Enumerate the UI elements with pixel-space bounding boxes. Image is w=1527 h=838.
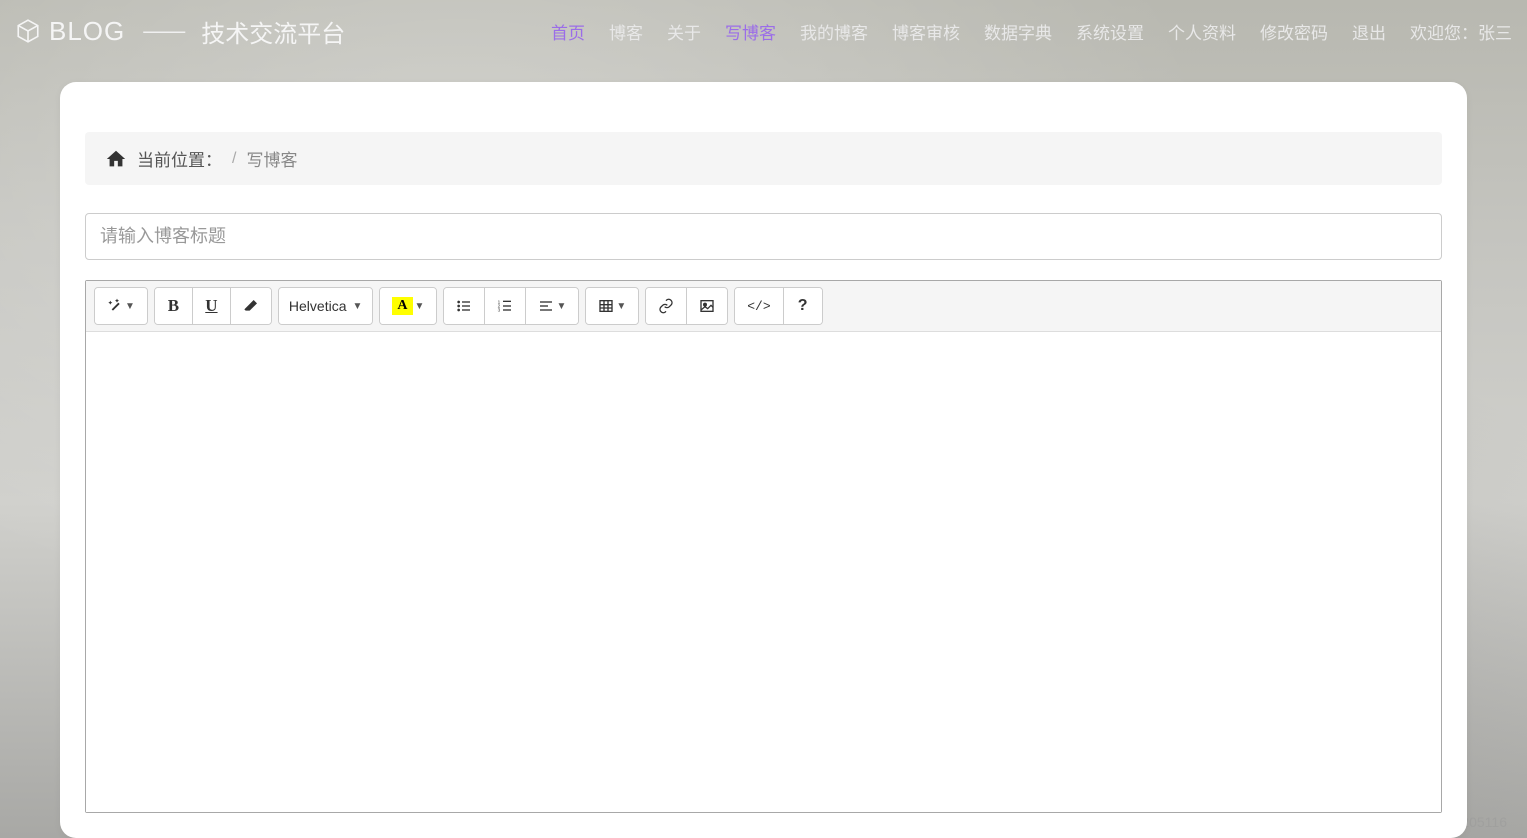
nav-data-dict[interactable]: 数据字典 bbox=[984, 19, 1052, 44]
color-group: A ▼ bbox=[379, 287, 437, 325]
breadcrumb-separator: / bbox=[232, 150, 236, 168]
link-icon bbox=[658, 298, 674, 314]
font-family-label: Helvetica bbox=[289, 298, 347, 314]
bold-button[interactable]: B bbox=[155, 288, 193, 324]
bold-icon: B bbox=[168, 296, 179, 316]
nav-about[interactable]: 关于 bbox=[667, 19, 701, 44]
cube-icon bbox=[15, 18, 41, 44]
ordered-list-icon: 1 2 3 bbox=[497, 298, 513, 314]
magic-wand-icon bbox=[107, 298, 123, 314]
nav-logout[interactable]: 退出 bbox=[1352, 19, 1386, 44]
caret-down-icon: ▼ bbox=[616, 301, 626, 312]
welcome-user: 张三 bbox=[1478, 24, 1512, 43]
welcome-prefix: 欢迎您： bbox=[1410, 24, 1478, 43]
nav-home[interactable]: 首页 bbox=[551, 19, 585, 44]
breadcrumb: 当前位置： / 写博客 bbox=[85, 132, 1442, 185]
eraser-icon bbox=[243, 298, 259, 314]
table-button[interactable]: ▼ bbox=[586, 288, 638, 324]
table-group: ▼ bbox=[585, 287, 639, 325]
link-button[interactable] bbox=[646, 288, 687, 324]
picture-icon bbox=[699, 298, 715, 314]
unordered-list-button[interactable] bbox=[444, 288, 485, 324]
style-button[interactable]: ▼ bbox=[95, 288, 147, 324]
welcome-text: 欢迎您：张三 bbox=[1410, 19, 1512, 44]
ordered-list-button[interactable]: 1 2 3 bbox=[485, 288, 526, 324]
nav-write-blog[interactable]: 写博客 bbox=[725, 19, 776, 44]
help-icon: ? bbox=[798, 297, 808, 315]
underline-icon: U bbox=[205, 296, 217, 316]
nav-blog-review[interactable]: 博客审核 bbox=[892, 19, 960, 44]
underline-button[interactable]: U bbox=[193, 288, 231, 324]
svg-text:3: 3 bbox=[498, 307, 501, 312]
unordered-list-icon bbox=[456, 298, 472, 314]
logo-text: BLOG bbox=[49, 16, 125, 47]
format-group: B U bbox=[154, 287, 272, 325]
home-icon[interactable] bbox=[105, 148, 127, 170]
paragraph-button[interactable]: ▼ bbox=[526, 288, 578, 324]
breadcrumb-label: 当前位置： bbox=[137, 146, 222, 171]
text-color-button[interactable]: A ▼ bbox=[380, 288, 436, 324]
font-family-select[interactable]: Helvetica ▼ bbox=[279, 288, 373, 324]
help-button[interactable]: ? bbox=[784, 288, 822, 324]
caret-down-icon: ▼ bbox=[125, 301, 135, 312]
main-card: 当前位置： / 写博客 ▼ B bbox=[60, 82, 1467, 838]
insert-group bbox=[645, 287, 728, 325]
misc-group: </> ? bbox=[734, 287, 822, 325]
font-group: Helvetica ▼ bbox=[278, 287, 374, 325]
breadcrumb-current: 写博客 bbox=[246, 146, 297, 171]
picture-button[interactable] bbox=[687, 288, 727, 324]
nav-my-blog[interactable]: 我的博客 bbox=[800, 19, 868, 44]
editor-wrapper: ▼ B U bbox=[85, 280, 1442, 813]
editor-content-area[interactable] bbox=[86, 332, 1441, 812]
caret-down-icon: ▼ bbox=[556, 301, 566, 312]
caret-down-icon: ▼ bbox=[353, 301, 363, 312]
eraser-button[interactable] bbox=[231, 288, 271, 324]
blog-title-input[interactable] bbox=[85, 213, 1442, 260]
code-icon: </> bbox=[747, 299, 770, 314]
logo-subtitle: 技术交流平台 bbox=[201, 14, 345, 49]
style-group: ▼ bbox=[94, 287, 148, 325]
main-nav: 首页 博客 关于 写博客 我的博客 博客审核 数据字典 系统设置 个人资料 修改… bbox=[551, 19, 1512, 44]
paragraph-icon bbox=[538, 298, 554, 314]
code-view-button[interactable]: </> bbox=[735, 288, 783, 324]
logo-divider: —— bbox=[143, 18, 183, 44]
editor-toolbar: ▼ B U bbox=[86, 281, 1441, 332]
nav-blog[interactable]: 博客 bbox=[609, 19, 643, 44]
nav-profile[interactable]: 个人资料 bbox=[1168, 19, 1236, 44]
logo-section: BLOG —— 技术交流平台 bbox=[15, 14, 345, 49]
caret-down-icon: ▼ bbox=[415, 301, 425, 312]
list-group: 1 2 3 ▼ bbox=[443, 287, 579, 325]
nav-system-settings[interactable]: 系统设置 bbox=[1076, 19, 1144, 44]
table-icon bbox=[598, 298, 614, 314]
text-color-icon: A bbox=[392, 297, 412, 315]
header: BLOG —— 技术交流平台 首页 博客 关于 写博客 我的博客 博客审核 数据… bbox=[0, 0, 1527, 62]
nav-change-password[interactable]: 修改密码 bbox=[1260, 19, 1328, 44]
